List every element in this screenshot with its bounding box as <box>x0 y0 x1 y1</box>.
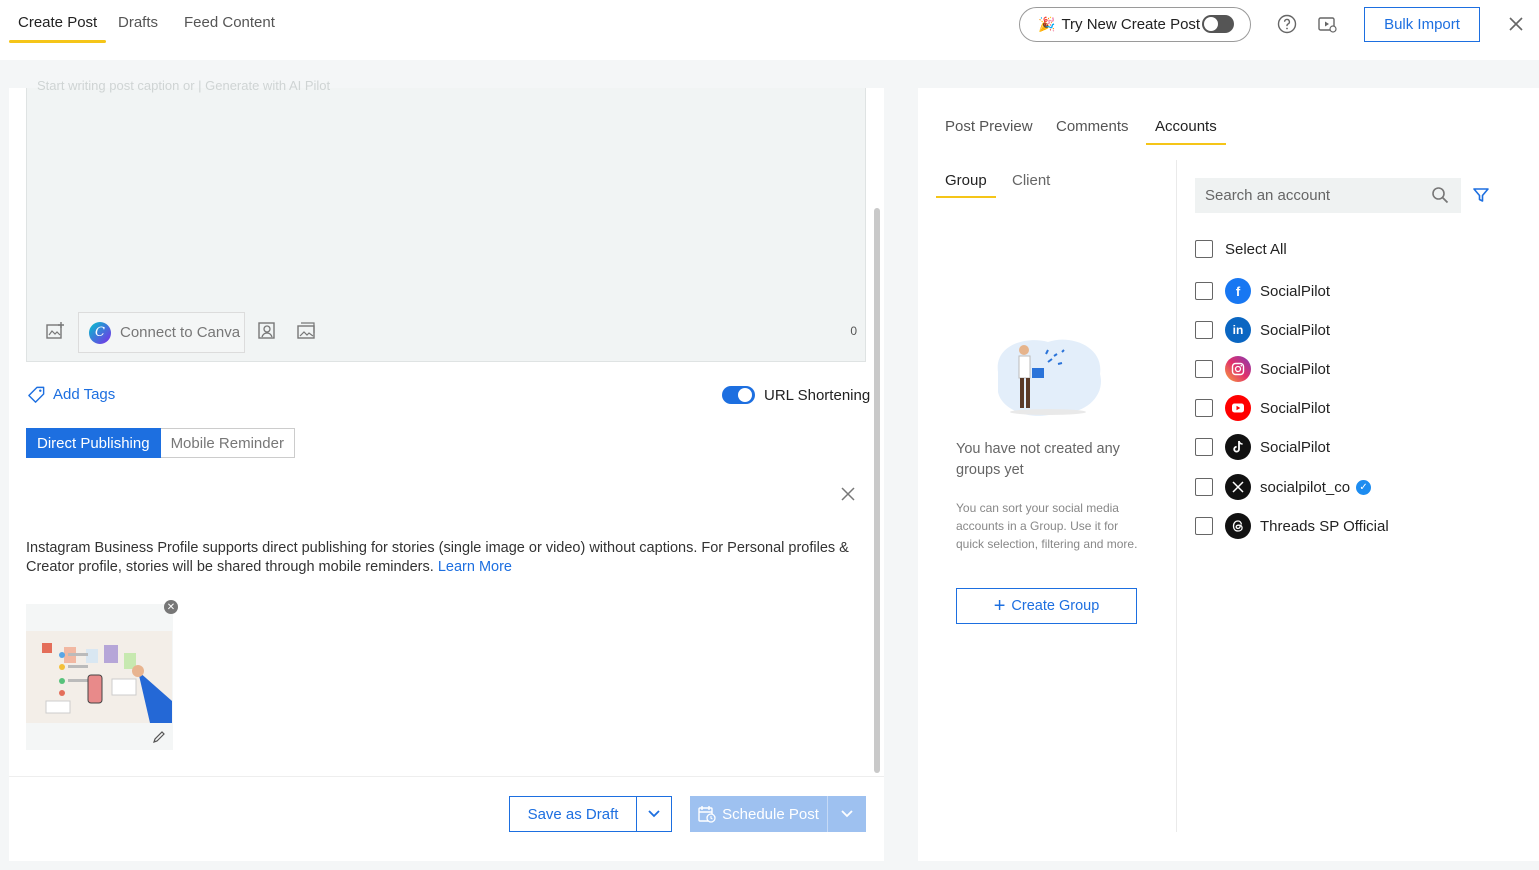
add-tags-link[interactable]: Add Tags <box>27 385 115 404</box>
schedule-post-button[interactable]: Schedule Post <box>690 796 828 832</box>
threads-icon <box>1225 513 1251 539</box>
select-all-checkbox[interactable] <box>1195 240 1213 258</box>
footer-divider <box>9 776 884 777</box>
account-name: SocialPilot <box>1260 282 1331 300</box>
toggle-switch[interactable] <box>1202 15 1234 33</box>
url-shortening-switch[interactable] <box>722 386 755 404</box>
account-checkbox[interactable] <box>1195 321 1213 339</box>
attached-image <box>26 631 172 723</box>
tab-accounts[interactable]: Accounts <box>1146 118 1226 145</box>
search-account-input[interactable]: Search an account <box>1195 178 1461 213</box>
add-tags-label: Add Tags <box>53 386 116 403</box>
chevron-down-icon <box>648 810 660 818</box>
tab-feed-content[interactable]: Feed Content <box>184 14 275 40</box>
save-as-draft-button[interactable]: Save as Draft <box>510 797 637 831</box>
account-checkbox[interactable] <box>1195 282 1213 300</box>
no-groups-description: You can sort your social media accounts … <box>956 501 1138 551</box>
search-placeholder: Search an account <box>1205 187 1331 204</box>
edit-media-icon[interactable] <box>152 730 166 744</box>
select-all-row[interactable]: Select All <box>1195 235 1287 263</box>
select-all-label: Select All <box>1225 240 1287 258</box>
top-bar: Create Post Drafts Feed Content 🎉 Try Ne… <box>0 0 1539 60</box>
account-name: SocialPilot <box>1260 438 1331 456</box>
account-row-x[interactable]: socialpilot_co ✓ <box>1195 473 1372 501</box>
try-new-create-post-toggle[interactable]: 🎉 Try New Create Post <box>1019 7 1251 42</box>
account-checkbox[interactable] <box>1195 438 1213 456</box>
try-new-label: Try New Create Post <box>1061 16 1201 33</box>
tab-drafts[interactable]: Drafts <box>118 14 158 40</box>
plus-icon: + <box>993 595 1006 617</box>
tab-post-preview[interactable]: Post Preview <box>945 118 1033 135</box>
account-checkbox[interactable] <box>1195 399 1213 417</box>
create-group-label: Create Group <box>1011 598 1100 614</box>
editor-placeholder: Start writing post caption or | Generate… <box>37 78 331 93</box>
account-row-instagram[interactable]: SocialPilot <box>1195 355 1330 383</box>
publish-mode-selector: Direct Publishing Mobile Reminder <box>26 428 295 458</box>
account-row-linkedin[interactable]: in SocialPilot <box>1195 316 1330 344</box>
empty-groups-illustration <box>997 339 1101 416</box>
account-row-facebook[interactable]: f SocialPilot <box>1195 277 1330 305</box>
right-panel: Post Preview Comments Accounts Group Cli… <box>918 88 1539 861</box>
account-name: Threads SP Official <box>1260 517 1389 535</box>
account-checkbox[interactable] <box>1195 517 1213 535</box>
canva-logo-icon: C <box>89 321 111 344</box>
account-name: SocialPilot <box>1260 360 1331 378</box>
media-library-icon[interactable] <box>295 320 317 342</box>
account-checkbox[interactable] <box>1195 478 1213 496</box>
add-image-icon[interactable] <box>44 320 66 342</box>
no-groups-title: You have not created any groups yet <box>956 441 1120 478</box>
url-shortening-toggle[interactable]: URL Shortening <box>722 386 870 404</box>
close-icon[interactable] <box>1506 14 1526 34</box>
tab-comments[interactable]: Comments <box>1056 118 1129 135</box>
help-icon[interactable] <box>1277 14 1297 34</box>
media-thumbnail[interactable]: ✕ <box>26 600 178 750</box>
filter-icon[interactable] <box>1473 187 1489 203</box>
tab-create-post[interactable]: Create Post <box>8 14 107 43</box>
dismiss-notice-icon[interactable] <box>840 486 856 502</box>
account-row-youtube[interactable]: SocialPilot <box>1195 394 1330 422</box>
account-row-tiktok[interactable]: SocialPilot <box>1195 433 1330 461</box>
url-shortening-label: URL Shortening <box>764 386 871 404</box>
x-twitter-icon <box>1225 474 1251 500</box>
connect-canva-label: Connect to Canva <box>120 324 241 341</box>
account-checkbox[interactable] <box>1195 360 1213 378</box>
caption-editor[interactable]: Start writing post caption or | Generate… <box>26 78 866 362</box>
draft-options-dropdown[interactable] <box>637 797 671 831</box>
image-search-icon[interactable] <box>256 320 278 342</box>
schedule-options-dropdown[interactable] <box>828 796 866 832</box>
character-count: 0 <box>850 324 857 338</box>
learn-more-link[interactable]: Learn More <box>438 559 512 575</box>
scrollbar[interactable] <box>874 208 880 773</box>
remove-media-icon[interactable]: ✕ <box>164 600 178 614</box>
instagram-icon <box>1225 356 1251 382</box>
schedule-post-label: Schedule Post <box>722 805 819 823</box>
account-name: SocialPilot <box>1260 399 1331 417</box>
account-row-threads[interactable]: Threads SP Official <box>1195 512 1389 540</box>
chevron-down-icon <box>841 810 853 818</box>
save-draft-split-button: Save as Draft <box>509 796 672 832</box>
instagram-story-notice: Instagram Business Profile supports dire… <box>26 539 871 577</box>
mobile-reminder-button[interactable]: Mobile Reminder <box>160 428 295 458</box>
compose-panel: Start writing post caption or | Generate… <box>9 78 884 861</box>
panel-divider <box>1176 160 1177 832</box>
connect-canva-button[interactable]: C Connect to Canva <box>78 312 245 353</box>
tag-icon <box>28 386 45 403</box>
bulk-import-button[interactable]: Bulk Import <box>1364 7 1480 42</box>
verified-badge-icon: ✓ <box>1356 479 1372 495</box>
account-name: SocialPilot <box>1260 321 1331 339</box>
tiktok-icon <box>1225 434 1251 460</box>
subtab-client[interactable]: Client <box>1012 172 1050 189</box>
calendar-clock-icon <box>698 806 716 823</box>
video-tutorial-icon[interactable] <box>1317 14 1337 34</box>
schedule-split-button: Schedule Post <box>690 796 866 832</box>
account-name: socialpilot_co <box>1260 478 1351 496</box>
youtube-icon <box>1225 395 1251 421</box>
direct-publishing-button[interactable]: Direct Publishing <box>26 428 161 458</box>
search-icon[interactable] <box>1431 186 1449 204</box>
subtab-group[interactable]: Group <box>936 172 996 198</box>
facebook-icon: f <box>1225 278 1251 304</box>
party-icon: 🎉 <box>1038 16 1056 32</box>
linkedin-icon: in <box>1225 317 1251 343</box>
create-group-button[interactable]: + Create Group <box>956 588 1137 624</box>
